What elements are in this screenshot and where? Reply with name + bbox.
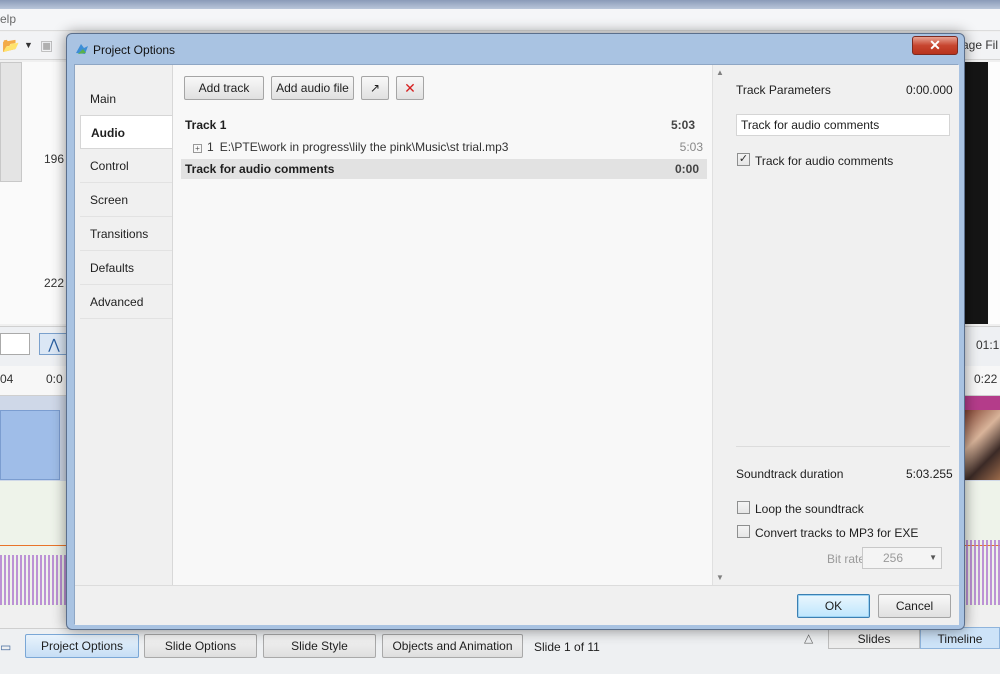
track-duration: 5:03 (670, 118, 695, 132)
soundtrack-duration-value: 5:03.255 (906, 467, 953, 481)
slide-style-button[interactable]: Slide Style (263, 634, 376, 658)
convert-mp3-checkbox[interactable] (737, 525, 750, 538)
track-row[interactable]: Track 1 5:03 (185, 115, 703, 135)
dialog-title: Project Options (93, 43, 176, 57)
file-path: E:\PTE\work in progress\lily the pink\Mu… (219, 140, 509, 154)
nav-item-transitions[interactable]: Transitions (80, 217, 172, 251)
divider (736, 446, 950, 447)
waveform-toggle-button[interactable]: ⋀ (39, 333, 69, 355)
scroll-up-icon[interactable]: ▲ (716, 68, 724, 77)
slide-clip[interactable] (0, 410, 60, 480)
dialog-content: Main Audio Control Screen Transitions De… (74, 64, 959, 625)
close-button[interactable]: ✕ (912, 36, 958, 55)
slide-counter: Slide 1 of 11 (534, 640, 600, 654)
bit-rate-value: 256 (883, 551, 904, 565)
window-icon[interactable]: ▭ (0, 640, 11, 654)
options-nav: Main Audio Control Screen Transitions De… (75, 65, 173, 585)
nav-item-control[interactable]: Control (80, 149, 172, 183)
track-duration: 0:00 (674, 162, 699, 176)
image-file-label[interactable]: age Fil (962, 38, 998, 52)
preview-screen (962, 62, 988, 324)
ruler-label: 04 (0, 372, 14, 386)
delete-button[interactable]: ✕ (396, 76, 424, 100)
app-menu-bar: elp (0, 9, 1000, 31)
bit-rate-label: Bit rate (827, 552, 866, 566)
coord-number: 222 (44, 276, 65, 290)
menu-help[interactable]: elp (0, 12, 16, 26)
app-title-bar (0, 0, 1000, 9)
close-icon: ✕ (929, 37, 941, 53)
project-options-dialog: Project Options ✕ Main Audio Control Scr… (66, 33, 965, 630)
slide-thumbnail[interactable] (962, 410, 1000, 480)
coord-number: 196 (44, 152, 65, 166)
ruler-label: 0:22 (974, 372, 998, 386)
audio-comments-label[interactable]: Track for audio comments (755, 154, 893, 168)
save-icon[interactable]: ▣ (40, 37, 53, 54)
dropdown-arrow-icon[interactable]: ▼ (24, 40, 33, 50)
track-parameters-heading: Track Parameters (736, 83, 831, 97)
audio-waveform (962, 540, 1000, 605)
left-panel (0, 62, 22, 182)
cancel-button[interactable]: Cancel (878, 594, 951, 618)
file-duration: 5:03 (679, 140, 703, 154)
ruler-label: 0:0 (46, 372, 63, 386)
convert-mp3-label[interactable]: Convert tracks to MP3 for EXE (755, 526, 918, 540)
zoom-spinner[interactable] (0, 333, 30, 355)
nav-item-audio[interactable]: Audio (80, 115, 173, 149)
ok-button[interactable]: OK (797, 594, 870, 618)
loop-soundtrack-label[interactable]: Loop the soundtrack (755, 502, 864, 516)
tab-timeline[interactable]: Timeline (920, 627, 1000, 649)
dialog-title-bar[interactable]: Project Options ✕ (67, 34, 964, 64)
app-bird-icon (76, 44, 88, 54)
loop-soundtrack-checkbox[interactable] (737, 501, 750, 514)
track-name-input[interactable]: Track for audio comments (736, 114, 950, 136)
project-options-button[interactable]: Project Options (25, 634, 139, 658)
nav-item-defaults[interactable]: Defaults (80, 251, 172, 285)
waveform-icon: ⋀ (48, 336, 60, 352)
audio-file-row[interactable]: +1 E:\PTE\work in progress\lily the pink\… (193, 138, 703, 156)
audio-comments-checkbox[interactable]: ✓ (737, 153, 750, 166)
scroll-down-icon[interactable]: ▼ (716, 573, 724, 582)
add-audio-file-button[interactable]: Add audio file (271, 76, 354, 100)
audio-waveform (0, 555, 66, 605)
track-parameters-panel: Track Parameters 0:00.000 Track for audi… (727, 65, 959, 585)
track-row-selected[interactable]: Track for audio comments 0:00 (181, 159, 707, 179)
nav-item-screen[interactable]: Screen (80, 183, 172, 217)
dialog-footer: OK Cancel (75, 585, 959, 625)
collapse-arrow-icon[interactable]: △ (804, 631, 813, 645)
open-folder-icon[interactable]: 📂 (2, 37, 19, 54)
add-track-button[interactable]: Add track (184, 76, 264, 100)
chevron-down-icon: ▼ (929, 553, 937, 562)
expand-plus-icon[interactable]: + (193, 144, 202, 153)
track-list-scrollbar[interactable]: ▲ ▼ (712, 65, 726, 585)
objects-and-animation-button[interactable]: Objects and Animation (382, 634, 523, 658)
edit-arrow-icon: ↗ (369, 81, 381, 95)
soundtrack-duration-label: Soundtrack duration (736, 467, 844, 481)
nav-item-main[interactable]: Main (80, 82, 172, 116)
check-mark-icon: ✓ (738, 153, 749, 165)
delete-x-icon: ✕ (404, 80, 416, 96)
nav-item-advanced[interactable]: Advanced (80, 285, 172, 319)
track-parameters-time: 0:00.000 (906, 83, 953, 97)
audio-track-list-panel: Add track Add audio file ↗ ✕ Track 1 5:0… (172, 65, 712, 585)
bit-rate-select[interactable]: 256 ▼ (862, 547, 942, 569)
time-readout: 01:1 (976, 338, 1000, 352)
file-index: 1 (207, 140, 214, 154)
track-name: Track 1 (185, 118, 227, 132)
slide-options-button[interactable]: Slide Options (144, 634, 257, 658)
transition-bar (962, 396, 1000, 410)
tab-slides[interactable]: Slides (828, 627, 920, 649)
edit-button[interactable]: ↗ (361, 76, 389, 100)
track-name: Track for audio comments (185, 162, 335, 176)
